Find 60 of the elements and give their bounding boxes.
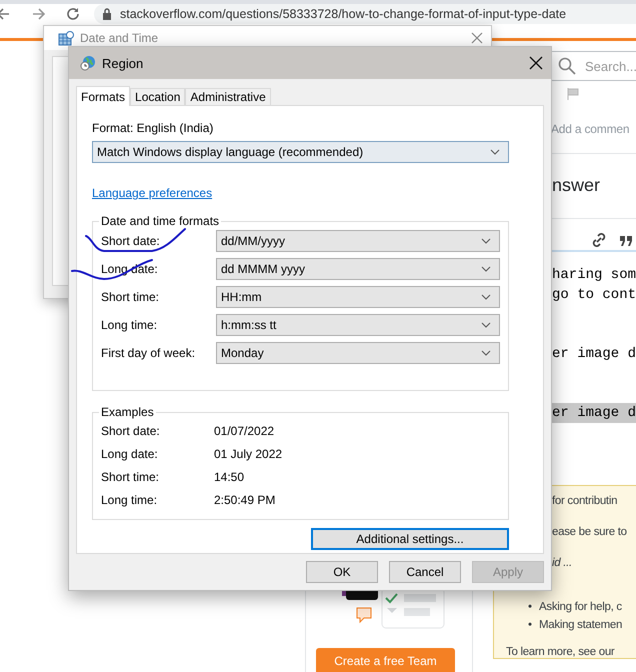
notice-text: To learn more, see our — [506, 646, 616, 658]
format-dropdown[interactable]: HH:mm — [216, 286, 500, 308]
field-label: Short time: — [101, 470, 160, 484]
forward-icon[interactable] — [32, 7, 46, 21]
bullet-mark: • — [528, 618, 533, 633]
search-icon — [558, 57, 576, 75]
window-title: Date and Time — [80, 31, 158, 45]
link-icon[interactable] — [591, 232, 607, 248]
chevron-down-icon — [481, 322, 491, 328]
format-dropdown[interactable]: dd MMMM yyyy — [216, 258, 500, 280]
code-line: go to cont — [552, 286, 636, 305]
address-bar[interactable]: stackoverflow.com/questions/58333728/how-to-change-format-of-input-type-date — [94, 4, 636, 24]
bullet-mark: • — [528, 600, 533, 615]
lock-icon — [102, 8, 112, 20]
format-dropdown[interactable]: dd/MM/yyyy — [216, 230, 500, 252]
example-value: 2:50:49 PM — [214, 492, 276, 506]
chevron-down-icon — [481, 294, 491, 300]
format-dropdown[interactable]: Monday — [216, 342, 500, 364]
bullet-item: Making statemen — [539, 618, 622, 633]
chevron-down-icon — [490, 149, 500, 155]
format-label: Format: English (India) — [92, 121, 214, 135]
window-title: Region — [102, 56, 144, 70]
close-icon[interactable] — [529, 56, 543, 70]
tab[interactable]: Location — [130, 88, 186, 105]
additional-settings-button[interactable]: Additional settings... — [311, 528, 509, 550]
quote-icon[interactable] — [620, 235, 632, 247]
example-value: 01 July 2022 — [214, 446, 284, 460]
field-label: Long time: — [101, 492, 158, 506]
back-icon[interactable] — [0, 7, 10, 21]
code-line: er image d — [552, 345, 636, 364]
tab[interactable]: Administrative — [185, 88, 271, 105]
tab[interactable]: Formats — [76, 86, 130, 106]
field-label: Short date: — [101, 234, 160, 248]
dialog-button[interactable]: OK — [306, 561, 378, 583]
notice-text: ease be sure to — [552, 526, 628, 540]
field-label: Short time: — [101, 290, 160, 304]
bullet-item: Asking for help, c — [539, 600, 622, 615]
dialog-button[interactable]: Cancel — [389, 561, 461, 583]
calendar-icon — [58, 30, 74, 46]
globe-icon — [80, 55, 96, 71]
format-dropdown[interactable]: h:mm:ss tt — [216, 314, 500, 336]
answer-heading: nswer — [552, 175, 600, 196]
reload-icon[interactable] — [66, 7, 80, 21]
group-title: Examples — [100, 405, 155, 419]
notice-text: for contributin — [552, 495, 618, 509]
chevron-down-icon — [481, 266, 491, 272]
example-value: 01/07/2022 — [214, 424, 276, 438]
chevron-down-icon — [481, 350, 491, 356]
code-line: haring som — [552, 266, 636, 285]
group-title: Date and time formats — [100, 214, 220, 228]
format-dropdown[interactable]: Match Windows display language (recommended) — [92, 141, 509, 163]
field-label: Long time: — [101, 318, 158, 332]
field-label: First day of week: — [101, 346, 196, 360]
language-preferences-link[interactable]: Language preferences — [92, 186, 212, 200]
notice-text: id ... — [552, 557, 573, 571]
example-value: 14:50 — [214, 470, 246, 484]
url-text: stackoverflow.com/questions/58333728/how-to-change-format-of-input-type-date — [120, 6, 566, 22]
chevron-down-icon — [481, 238, 491, 244]
field-label: Long date: — [101, 446, 158, 460]
field-label: Short date: — [101, 424, 160, 438]
